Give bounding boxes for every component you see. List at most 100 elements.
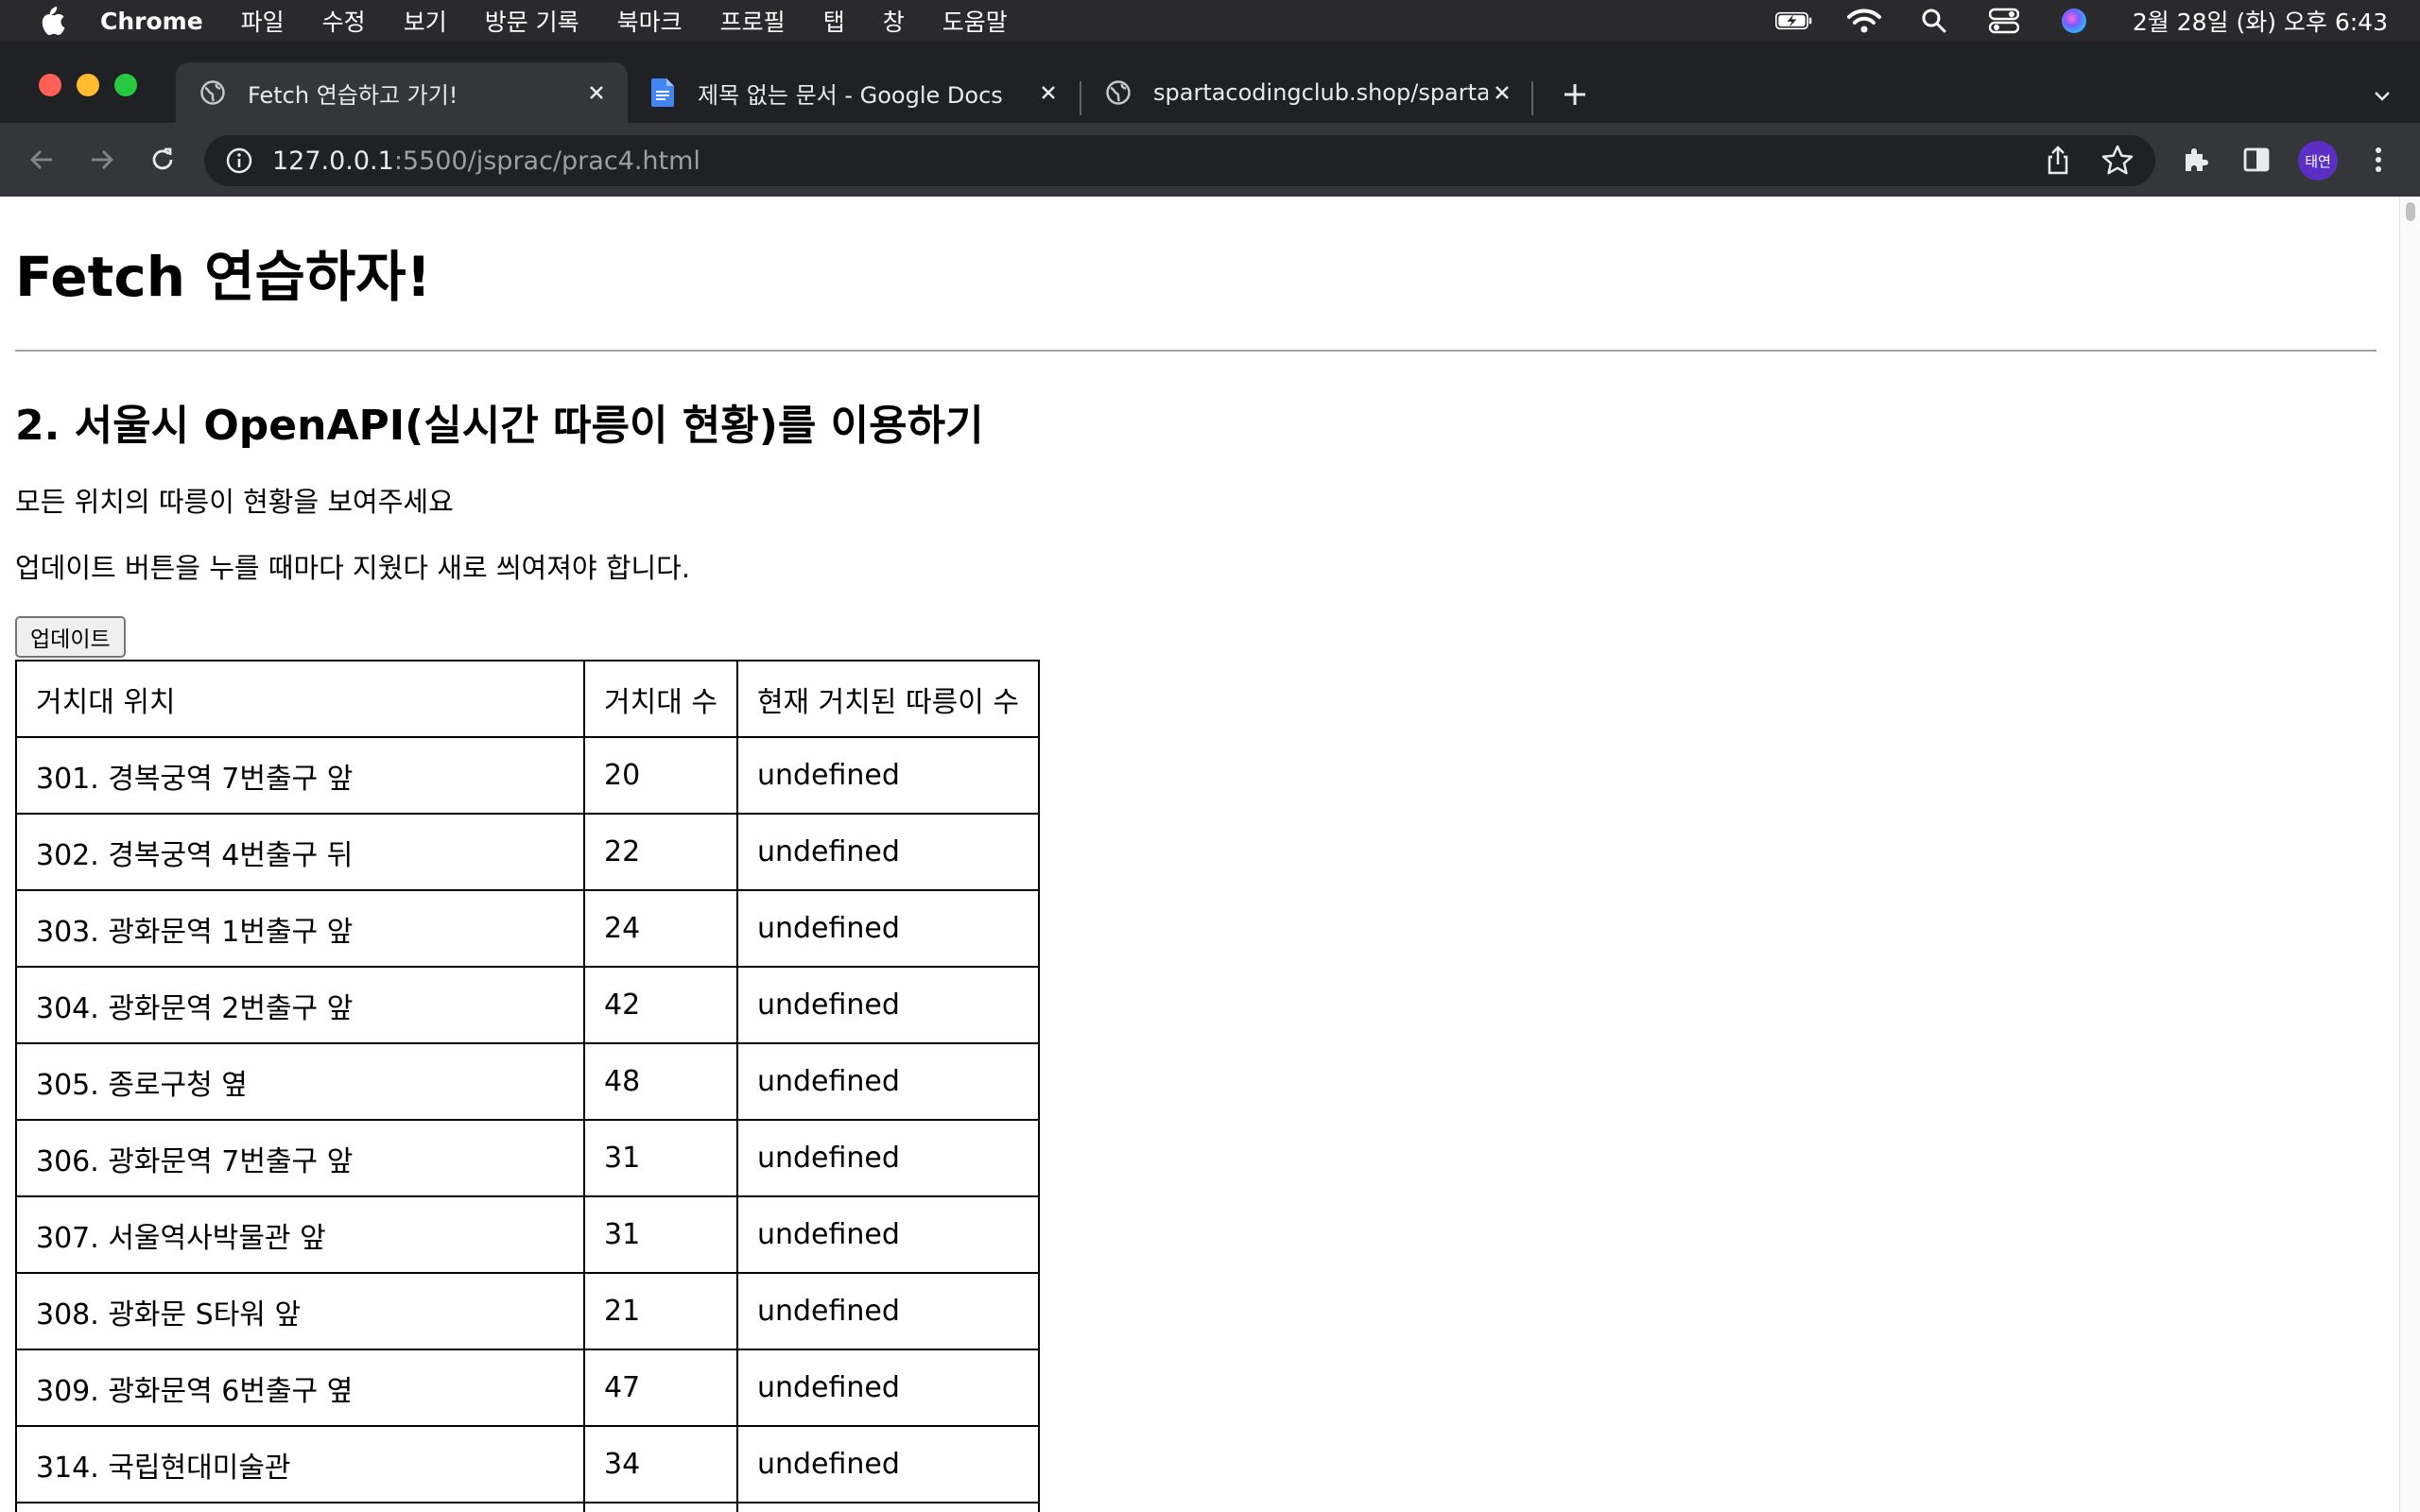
table-row: 309. 광화문역 6번출구 옆 47 undefined: [15, 1349, 1040, 1427]
site-info-icon[interactable]: [225, 146, 253, 175]
cell-location: [15, 1502, 585, 1512]
wifi-icon[interactable]: [1845, 7, 1883, 35]
more-menu-kebab-icon[interactable]: [2360, 141, 2397, 179]
spotlight-search-icon[interactable]: [1915, 7, 1953, 35]
cell-location: 305. 종로구청 옆: [15, 1042, 585, 1121]
cell-rack-count: 21: [583, 1272, 738, 1350]
cell-parked-bikes: undefined: [735, 1272, 1040, 1350]
macos-menu-bar: Chrome 파일 수정 보기 방문 기록 북마크 프로필 탭 창 도움말 2월…: [0, 0, 2420, 42]
scrollbar-thumb[interactable]: [2406, 202, 2415, 221]
tab-title: spartacodingclub.shop/sparta_: [1153, 79, 1488, 106]
column-header-rack-count: 거치대 수: [583, 660, 738, 738]
browser-tab-strip: Fetch 연습하고 가기! 제목 없는 문서 - Google Docs sp…: [0, 42, 2420, 123]
table-row: 314. 국립현대미술관 34 undefined: [15, 1425, 1040, 1503]
siri-icon[interactable]: [2055, 7, 2093, 35]
tab-google-docs[interactable]: 제목 없는 문서 - Google Docs: [628, 62, 1080, 123]
cell-location: 308. 광화문 S타워 앞: [15, 1272, 585, 1350]
cell-parked-bikes: undefined: [735, 1425, 1040, 1503]
cell-parked-bikes: undefined: [735, 813, 1040, 891]
menu-tab[interactable]: 탭: [823, 4, 845, 38]
reload-icon[interactable]: [144, 141, 182, 179]
menu-file[interactable]: 파일: [241, 4, 285, 38]
instruction-text-2: 업데이트 버튼을 누를 때마다 지웠다 새로 씌여져야 합니다.: [15, 552, 691, 584]
google-docs-icon: [648, 78, 677, 107]
menubar-clock[interactable]: 2월 28일 (화) 오후 6:43: [2133, 4, 2388, 38]
url-text: 127.0.0.1:5500/jsprac/prac4.html: [272, 146, 700, 176]
window-minimize-button[interactable]: [77, 74, 99, 96]
cell-parked-bikes: undefined: [735, 966, 1040, 1044]
cell-rack-count: 31: [583, 1195, 738, 1274]
table-row: [15, 1502, 1040, 1512]
globe-icon: [1104, 78, 1132, 107]
table-row: 308. 광화문 S타워 앞 21 undefined: [15, 1272, 1040, 1350]
cell-rack-count: 31: [583, 1119, 738, 1197]
browser-toolbar: 127.0.0.1:5500/jsprac/prac4.html 태연: [0, 123, 2420, 197]
table-row: 302. 경복궁역 4번출구 뒤 22 undefined: [15, 813, 1040, 891]
bike-station-table: 거치대 위치 거치대 수 현재 거치된 따릉이 수 301. 경복궁역 7번출구…: [15, 660, 1040, 1512]
cell-location: 306. 광화문역 7번출구 앞: [15, 1119, 585, 1197]
cell-rack-count: 24: [583, 889, 738, 968]
cell-parked-bikes: undefined: [735, 1349, 1040, 1427]
instruction-text-1: 모든 위치의 따릉이 현황을 보여주세요: [15, 486, 454, 518]
section-title: 2. 서울시 OpenAPI(실시간 따릉이 현황)를 이용하기: [15, 402, 984, 450]
forward-arrow-icon[interactable]: [83, 141, 121, 179]
table-row: 306. 광화문역 7번출구 앞 31 undefined: [15, 1119, 1040, 1197]
cell-location: 314. 국립현대미술관: [15, 1425, 585, 1503]
cell-parked-bikes: undefined: [735, 889, 1040, 968]
window-close-button[interactable]: [39, 74, 61, 96]
menu-bookmarks[interactable]: 북마크: [617, 4, 683, 38]
app-name-menu[interactable]: Chrome: [100, 8, 203, 35]
table-row: 304. 광화문역 2번출구 앞 42 undefined: [15, 966, 1040, 1044]
control-center-icon[interactable]: [1985, 7, 2023, 35]
battery-charging-icon[interactable]: [1774, 7, 1813, 35]
divider: [15, 350, 2377, 352]
new-tab-plus-icon[interactable]: [1558, 77, 1592, 112]
tab-close-icon[interactable]: [1034, 78, 1063, 107]
cell-rack-count: 34: [583, 1425, 738, 1503]
table-row: 303. 광화문역 1번출구 앞 24 undefined: [15, 889, 1040, 968]
page-scrollbar[interactable]: [2399, 197, 2420, 1512]
cell-location: 301. 경복궁역 7번출구 앞: [15, 736, 585, 815]
table-header-row: 거치대 위치 거치대 수 현재 거치된 따릉이 수: [15, 660, 1040, 738]
extensions-puzzle-icon[interactable]: [2177, 141, 2215, 179]
menu-profiles[interactable]: 프로필: [720, 4, 786, 38]
cell-parked-bikes: undefined: [735, 1042, 1040, 1121]
tab-fetch-practice[interactable]: Fetch 연습하고 가기!: [176, 62, 628, 123]
cell-rack-count: 47: [583, 1349, 738, 1427]
menu-edit[interactable]: 수정: [322, 4, 366, 38]
cell-rack-count: 22: [583, 813, 738, 891]
tab-close-icon[interactable]: [582, 78, 611, 107]
cell-parked-bikes: undefined: [735, 736, 1040, 815]
column-header-location: 거치대 위치: [15, 660, 585, 738]
cell-rack-count: 42: [583, 966, 738, 1044]
apple-logo-icon[interactable]: [36, 4, 66, 38]
menu-help[interactable]: 도움말: [942, 4, 1008, 38]
cell-location: 304. 광화문역 2번출구 앞: [15, 966, 585, 1044]
back-arrow-icon[interactable]: [23, 141, 60, 179]
cell-location: 307. 서울역사박물관 앞: [15, 1195, 585, 1274]
menu-view[interactable]: 보기: [404, 4, 447, 38]
tab-search-chevron-down-icon[interactable]: [2365, 79, 2399, 113]
cell-parked-bikes: [735, 1502, 1040, 1512]
share-icon[interactable]: [2042, 145, 2074, 177]
address-bar[interactable]: 127.0.0.1:5500/jsprac/prac4.html: [204, 135, 2155, 186]
cell-location: 303. 광화문역 1번출구 앞: [15, 889, 585, 968]
update-button[interactable]: 업데이트: [15, 616, 126, 658]
cell-location: 302. 경복궁역 4번출구 뒤: [15, 813, 585, 891]
side-panel-icon[interactable]: [2238, 141, 2275, 179]
status-area: 2월 28일 (화) 오후 6:43: [1774, 0, 2388, 42]
tab-spartacodingclub[interactable]: spartacodingclub.shop/sparta_: [1081, 62, 1533, 123]
page-viewport: Fetch 연습하자! 2. 서울시 OpenAPI(실시간 따릉이 현황)를 …: [0, 197, 2420, 1512]
menu-history[interactable]: 방문 기록: [485, 4, 579, 38]
tab-separator: [1531, 81, 1533, 115]
cell-location: 309. 광화문역 6번출구 옆: [15, 1349, 585, 1427]
url-host: 127.0.0.1: [272, 146, 394, 176]
menu-window[interactable]: 창: [883, 4, 905, 38]
table-row: 307. 서울역사박물관 앞 31 undefined: [15, 1195, 1040, 1274]
tab-close-icon[interactable]: [1488, 78, 1516, 107]
profile-avatar[interactable]: 태연: [2298, 141, 2338, 180]
cell-rack-count: 48: [583, 1042, 738, 1121]
window-zoom-button[interactable]: [114, 74, 137, 96]
bookmark-star-icon[interactable]: [2100, 144, 2135, 178]
tab-title: Fetch 연습하고 가기!: [248, 81, 458, 109]
